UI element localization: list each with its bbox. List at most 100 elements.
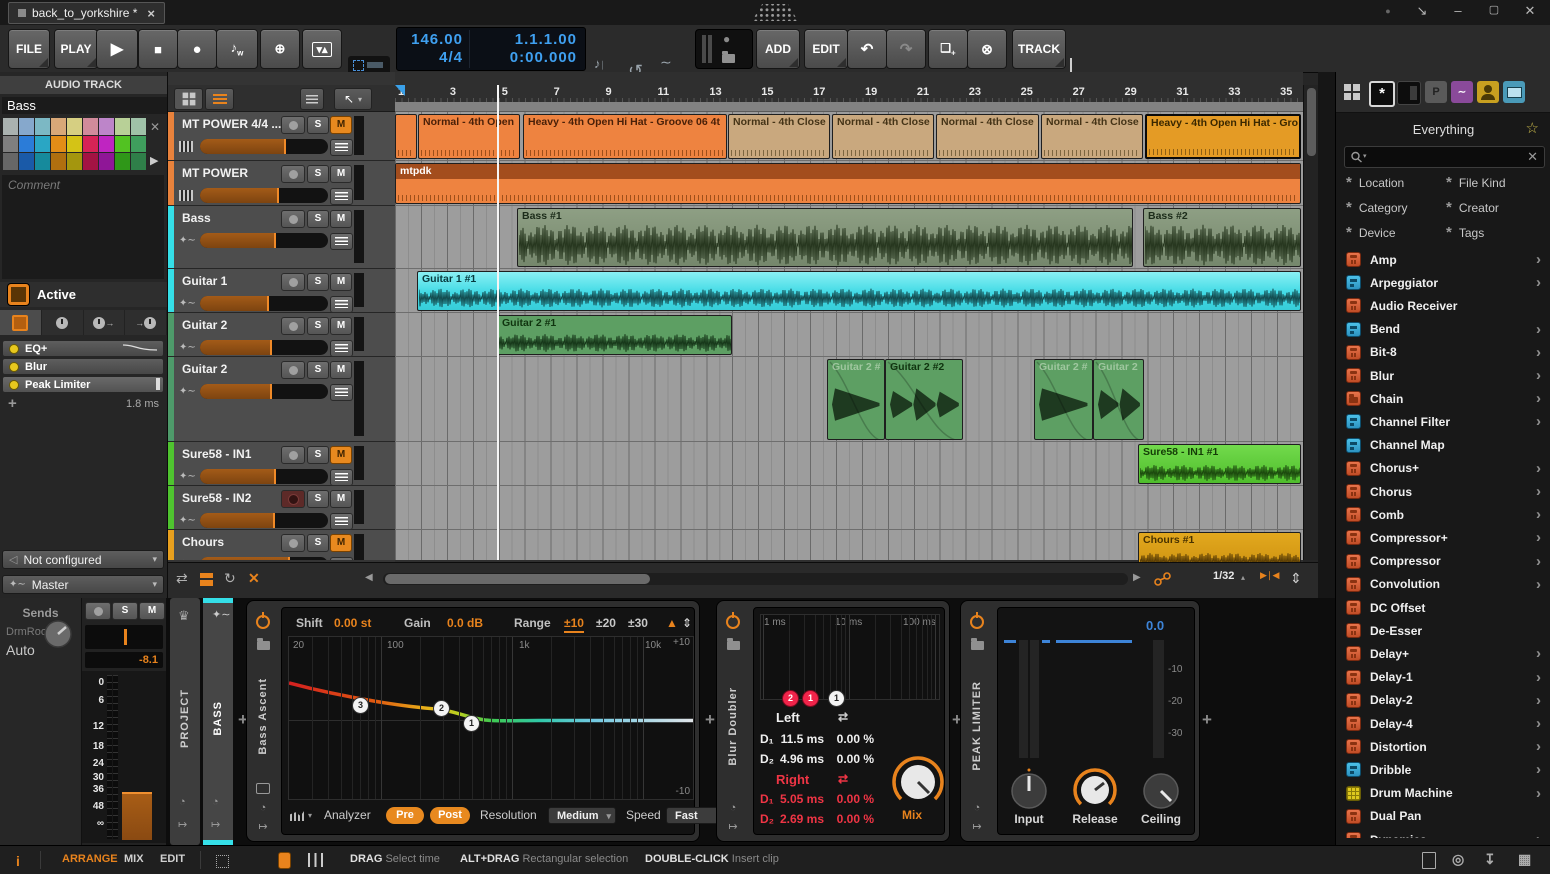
track-menu-button[interactable]: TRACK bbox=[1012, 29, 1066, 69]
undo-button[interactable]: ↶ bbox=[847, 29, 887, 69]
limiter-power-icon[interactable] bbox=[970, 615, 984, 629]
project-route-icon[interactable]: ↦ bbox=[178, 818, 187, 831]
gain-value[interactable]: 0.0 dB bbox=[447, 616, 483, 630]
playhead[interactable] bbox=[497, 85, 499, 560]
link-icon[interactable] bbox=[1153, 570, 1173, 588]
info-icon[interactable]: i bbox=[16, 853, 20, 869]
timeline-ruler[interactable]: 1357911131517192123252729313335 bbox=[395, 85, 1303, 102]
filter-creator[interactable]: *Creator bbox=[1446, 201, 1499, 215]
swap-ends-icon[interactable]: ⇄ bbox=[176, 570, 188, 587]
search-box[interactable]: ▾ ✕ bbox=[1344, 146, 1545, 168]
eq-graph[interactable]: 20 100 1k 10k +10 -10 3 2 1 bbox=[288, 636, 694, 800]
track-header-6[interactable]: Guitar 2SM✦∼ bbox=[168, 357, 395, 442]
bars-beats-position[interactable]: 1.1.1.00 bbox=[473, 31, 577, 48]
browser-item-dribble[interactable]: Dribble› bbox=[1336, 758, 1550, 781]
track-arm-button[interactable] bbox=[281, 165, 305, 183]
browser-item-compressor-[interactable]: Compressor+› bbox=[1336, 526, 1550, 549]
gain-value[interactable]: -8.1 bbox=[85, 652, 163, 668]
mixer-tool-icon[interactable] bbox=[308, 853, 323, 867]
track-header-2[interactable]: MT POWERSM bbox=[168, 161, 395, 206]
track-solo-button[interactable]: S bbox=[307, 165, 329, 183]
loop-toggle-icon[interactable]: ↻ bbox=[224, 570, 236, 587]
clip-guitar-2-1[interactable]: Guitar 2 #1 bbox=[497, 315, 732, 355]
browser-item-comb[interactable]: Comb› bbox=[1336, 503, 1550, 526]
search-caret-icon[interactable]: ▾ bbox=[1363, 152, 1367, 160]
edit-menu-button[interactable]: EDIT bbox=[804, 29, 848, 69]
track-menu-button[interactable] bbox=[330, 340, 353, 357]
clip-normal-4th-close[interactable]: Normal - 4th Close bbox=[832, 114, 934, 159]
track-solo-button[interactable]: S bbox=[307, 534, 329, 552]
track-volume-slider[interactable] bbox=[200, 513, 328, 528]
eq-clock-icon[interactable]: ◔ bbox=[260, 802, 267, 814]
browser-item-blur[interactable]: Blur› bbox=[1336, 364, 1550, 387]
power-icon[interactable] bbox=[256, 615, 270, 629]
add-plugin-end-button[interactable]: + bbox=[1202, 710, 1212, 730]
right-d2-pct[interactable]: 0.00 % bbox=[826, 812, 874, 826]
video-window-button[interactable]: ▾▴ bbox=[302, 29, 342, 69]
color-swatch[interactable] bbox=[19, 153, 34, 170]
redo-button[interactable]: ↷ bbox=[886, 29, 926, 69]
tab-automation-in[interactable]: → bbox=[125, 310, 167, 335]
color-swatch[interactable] bbox=[83, 136, 98, 153]
snap-value[interactable]: 1/32 bbox=[1213, 570, 1234, 582]
clip-guitar-2-[interactable]: Guitar 2 # bbox=[827, 359, 885, 440]
color-swatch[interactable] bbox=[3, 153, 18, 170]
left-d1-ms[interactable]: 11.5 ms bbox=[776, 732, 824, 746]
favorite-star-icon[interactable]: ☆ bbox=[1526, 119, 1539, 137]
color-swatch[interactable] bbox=[83, 118, 98, 135]
cursor-tool-button[interactable]: ↖▾ bbox=[334, 88, 372, 110]
track-header-9[interactable]: ChoursSM✦∼ bbox=[168, 530, 395, 560]
clip-bass-2[interactable]: Bass #2 bbox=[1143, 208, 1301, 267]
tab-plugins[interactable] bbox=[0, 310, 42, 335]
limiter-route-icon[interactable]: ↦ bbox=[972, 820, 981, 833]
add-plugin-button[interactable]: + bbox=[8, 395, 17, 412]
track-solo-button[interactable]: S bbox=[307, 317, 329, 335]
keyboard-grid-icon[interactable]: ▦ bbox=[1518, 851, 1531, 868]
track-header-3[interactable]: BassSM✦∼ bbox=[168, 206, 395, 269]
delete-button[interactable]: ⊗ bbox=[967, 29, 1007, 69]
clip-guitar-2-2[interactable]: Guitar 2 #2 bbox=[885, 359, 963, 440]
track-menu-button[interactable] bbox=[330, 233, 353, 250]
ceiling-knob[interactable] bbox=[1138, 766, 1184, 812]
color-swatch[interactable] bbox=[131, 136, 146, 153]
resolution-dropdown[interactable]: Medium bbox=[548, 807, 616, 824]
track-mute-button[interactable]: M bbox=[330, 361, 352, 379]
eq-route-icon[interactable]: ↦ bbox=[258, 820, 267, 833]
track-menu-button[interactable] bbox=[330, 557, 353, 560]
color-swatch[interactable] bbox=[35, 136, 50, 153]
right-d1-ms[interactable]: 5.05 ms bbox=[776, 792, 824, 806]
browser-item-de-esser[interactable]: De-Esser bbox=[1336, 619, 1550, 642]
color-swatch[interactable] bbox=[19, 136, 34, 153]
browser-item-bend[interactable]: Bend› bbox=[1336, 318, 1550, 341]
add-plugin-mid-button[interactable]: + bbox=[705, 710, 715, 730]
browser-item-arpeggiator[interactable]: Arpeggiator› bbox=[1336, 271, 1550, 294]
clip-heavy-4th-open-hi-hat-groove-06-4t[interactable]: Heavy - 4th Open Hi Hat - Groove 06 4t bbox=[523, 114, 727, 159]
browser-item-bit-8[interactable]: Bit-8› bbox=[1336, 341, 1550, 364]
browser-item-chain[interactable]: Chain› bbox=[1336, 387, 1550, 410]
right-d1-pct[interactable]: 0.00 % bbox=[826, 792, 874, 806]
track-name-field[interactable]: Bass bbox=[2, 97, 167, 114]
strip-mute-button[interactable]: M bbox=[139, 602, 165, 620]
input-knob[interactable] bbox=[1006, 766, 1052, 812]
browser-item-compressor[interactable]: Compressor› bbox=[1336, 550, 1550, 573]
browser-tab-grid[interactable] bbox=[1341, 81, 1363, 103]
play-start-marker-icon[interactable] bbox=[395, 85, 405, 96]
browser-tab-plugins[interactable]: ∼ bbox=[1451, 81, 1473, 103]
left-d2-ms[interactable]: 4.96 ms bbox=[776, 752, 824, 766]
range-20[interactable]: ±20 bbox=[596, 616, 616, 630]
bass-clock-icon[interactable]: ◔ bbox=[212, 796, 219, 808]
browser-item-dynamics[interactable]: Dynamics› bbox=[1336, 828, 1550, 838]
stop-button[interactable]: ■ bbox=[138, 29, 178, 69]
track-menu-button[interactable] bbox=[330, 188, 353, 205]
pan-slider[interactable] bbox=[85, 625, 163, 649]
right-swap-icon[interactable]: ⇄ bbox=[838, 772, 848, 786]
project-tab-close-icon[interactable]: × bbox=[147, 6, 155, 21]
color-swatch[interactable] bbox=[115, 136, 130, 153]
track-arm-button[interactable] bbox=[281, 361, 305, 379]
left-swap-icon[interactable]: ⇄ bbox=[838, 710, 848, 724]
browser-item-dual-pan[interactable]: Dual Pan bbox=[1336, 805, 1550, 828]
project-clock-icon[interactable]: ◔ bbox=[179, 796, 186, 808]
minimize-icon[interactable]: – bbox=[1448, 3, 1468, 18]
browser-tab-user[interactable] bbox=[1477, 81, 1499, 103]
browser-item-dc-offset[interactable]: DC Offset bbox=[1336, 596, 1550, 619]
